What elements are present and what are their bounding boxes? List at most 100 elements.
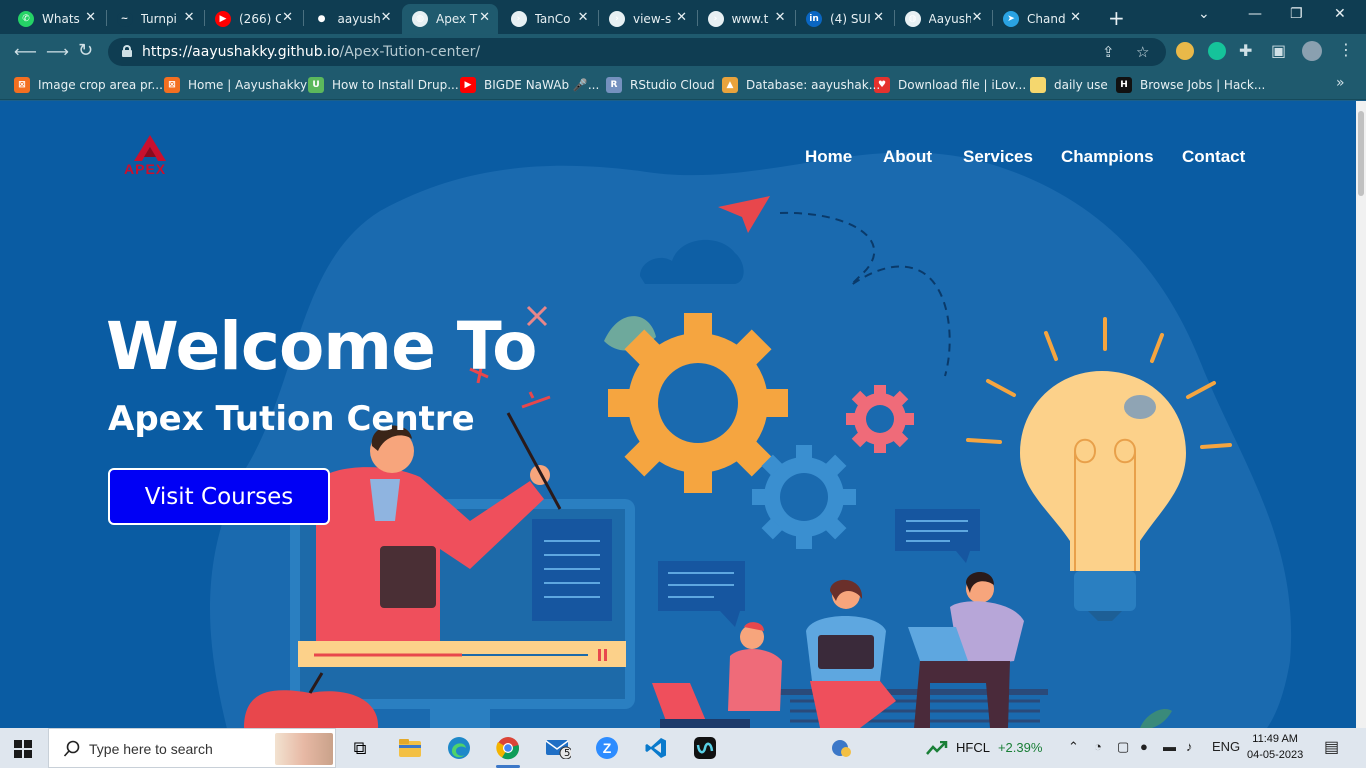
bookmark-favicon-icon: R: [606, 77, 622, 93]
tab-title: TanCo: [534, 12, 571, 26]
url-text[interactable]: https://aayushakky.github.io/Apex-Tution…: [142, 44, 480, 60]
tab-close-icon[interactable]: ✕: [578, 10, 589, 25]
puzzle-icon[interactable]: ✚: [1239, 41, 1252, 60]
tab-search-icon[interactable]: ⌄: [1198, 6, 1210, 22]
nav-home-link[interactable]: Home: [805, 147, 852, 167]
restore-icon[interactable]: ❐: [1290, 6, 1303, 22]
lock-icon[interactable]: [122, 45, 132, 57]
close-window-icon[interactable]: ✕: [1334, 6, 1346, 22]
bookmark-star-icon[interactable]: ☆: [1136, 43, 1149, 61]
taskbar-search[interactable]: Type here to search: [48, 728, 336, 768]
page-scrollbar[interactable]: [1356, 101, 1366, 728]
bookmark-item[interactable]: R RStudio Cloud: [606, 76, 715, 94]
tab-close-icon[interactable]: ✕: [85, 10, 96, 25]
mail-icon[interactable]: 5: [544, 734, 572, 762]
webex-icon[interactable]: [691, 734, 719, 762]
vscode-icon[interactable]: [642, 734, 670, 762]
bookmark-label: BIGDE NaWAb 🎤...: [484, 78, 600, 92]
weather-update-icon[interactable]: [828, 734, 856, 762]
browser-tab[interactable]: › view-s ✕: [599, 4, 695, 34]
battery-icon[interactable]: ▬: [1163, 739, 1176, 754]
nav-about-link[interactable]: About: [883, 147, 932, 167]
sidepanel-icon[interactable]: ▣: [1271, 41, 1286, 60]
tab-close-icon[interactable]: ✕: [676, 10, 687, 25]
tab-title: Chand: [1027, 12, 1066, 26]
extension-icon[interactable]: [1176, 42, 1194, 60]
back-icon[interactable]: ⟵: [14, 42, 37, 61]
avatar[interactable]: [1302, 41, 1322, 61]
browser-tab[interactable]: ▶ (266) C ✕: [205, 4, 301, 34]
bookmark-item[interactable]: H Browse Jobs | Hack...: [1116, 76, 1265, 94]
linkedin-icon: in: [806, 11, 822, 27]
new-tab-icon[interactable]: +: [1108, 6, 1125, 30]
microphone-icon[interactable]: ●: [1140, 739, 1148, 754]
tab-close-icon[interactable]: ✕: [184, 10, 195, 25]
tab-separator: [795, 10, 796, 26]
tab-title: aayush: [337, 12, 380, 26]
forward-icon[interactable]: ⟶: [46, 42, 69, 61]
menu-icon[interactable]: ⋮: [1338, 40, 1354, 59]
windows-start-icon[interactable]: [14, 740, 32, 758]
tab-close-icon[interactable]: ✕: [1070, 10, 1081, 25]
blue-gear: [752, 445, 856, 549]
tab-close-icon[interactable]: ✕: [775, 10, 786, 25]
bookmark-item[interactable]: ⊠ Home | Aayushakky: [164, 76, 307, 94]
zoom-icon[interactable]: Z: [593, 734, 621, 762]
bookmark-favicon-icon: ▲: [722, 77, 738, 93]
browser-tab[interactable]: ◍ Aayush ✕: [895, 4, 991, 34]
tab-close-icon[interactable]: ✕: [479, 10, 490, 25]
tab-separator: [302, 10, 304, 26]
nav-contact-link[interactable]: Contact: [1182, 147, 1245, 167]
meet-now-icon[interactable]: ▢: [1117, 739, 1129, 755]
browser-tab[interactable]: ➤ Chand ✕: [993, 4, 1089, 34]
bookmarks-bar: H Browse Jobs | Hack... daily use ♥ Download…: [0, 70, 1366, 100]
system-clock[interactable]: 11:49 AM 04-05-2023: [1247, 731, 1303, 763]
bookmark-item[interactable]: ▶ BIGDE NaWAb 🎤...: [460, 76, 599, 94]
bookmark-item[interactable]: ⊠ Image crop area pr...: [14, 76, 163, 94]
reload-icon[interactable]: ↻: [78, 40, 93, 61]
bookmark-favicon-icon: H: [1116, 77, 1132, 93]
browser-tab[interactable]: ● aayush ✕: [304, 4, 400, 34]
visit-courses-button[interactable]: Visit Courses: [108, 468, 330, 525]
tab-close-icon[interactable]: ✕: [972, 10, 983, 25]
windows-taskbar: Type here to search ⧉ 5 Z HFCL +2.39% ⌃ …: [0, 728, 1366, 768]
tray-overflow-icon[interactable]: ⌃: [1068, 739, 1079, 755]
browser-tab[interactable]: in (4) SUI ✕: [796, 4, 892, 34]
minimize-icon[interactable]: —: [1248, 6, 1262, 22]
notifications-icon[interactable]: ▤: [1324, 737, 1339, 757]
browser-tab[interactable]: ~ Turnpi ✕: [107, 4, 203, 34]
task-view-icon[interactable]: ⧉: [346, 734, 374, 762]
bookmark-item[interactable]: ♥ Download file | iLov...: [874, 76, 1026, 94]
language-indicator[interactable]: ENG: [1212, 739, 1240, 754]
chrome-icon[interactable]: [494, 734, 522, 768]
apex-logo[interactable]: APEX: [120, 133, 190, 181]
browser-tab[interactable]: ◍ Apex T ✕: [402, 4, 498, 34]
tab-separator: [105, 10, 107, 26]
tab-title: (4) SUI: [830, 12, 871, 26]
file-explorer-icon[interactable]: [396, 734, 424, 762]
nav-services-link[interactable]: Services: [963, 147, 1033, 167]
search-highlight-image: [275, 733, 333, 765]
grammarly-icon[interactable]: [1208, 42, 1226, 60]
bookmark-item[interactable]: daily use: [1030, 76, 1108, 94]
tab-title: Whats: [42, 12, 80, 26]
tab-close-icon[interactable]: ✕: [873, 10, 884, 25]
volume-icon[interactable]: ♪: [1186, 739, 1193, 754]
browser-tab[interactable]: › www.t ✕: [698, 4, 794, 34]
tab-close-icon[interactable]: ✕: [381, 10, 392, 25]
share-icon[interactable]: ⇪: [1102, 43, 1115, 61]
stock-widget[interactable]: HFCL +2.39%: [926, 740, 1042, 755]
scrollbar-thumb[interactable]: [1358, 111, 1364, 196]
browser-tab[interactable]: ✆ Whats ✕: [8, 4, 104, 34]
wifi-icon[interactable]: ◔: [1094, 739, 1102, 754]
browser-tab[interactable]: › TanCo ✕: [501, 4, 597, 34]
tab-close-icon[interactable]: ✕: [282, 10, 293, 25]
bookmark-item[interactable]: U How to Install Drup...: [308, 76, 459, 94]
nav-champions-link[interactable]: Champions: [1061, 147, 1154, 167]
bookmark-item[interactable]: ▲ Database: aayushak...: [722, 76, 880, 94]
hero-title: Welcome To: [106, 308, 537, 385]
address-bar[interactable]: https://aayushakky.github.io/Apex-Tution…: [108, 38, 1166, 66]
edge-icon[interactable]: [445, 734, 473, 762]
bookmarks-overflow-icon[interactable]: »: [1336, 75, 1345, 91]
page-viewport: APEX Home About Services Champions Conta…: [0, 101, 1356, 728]
